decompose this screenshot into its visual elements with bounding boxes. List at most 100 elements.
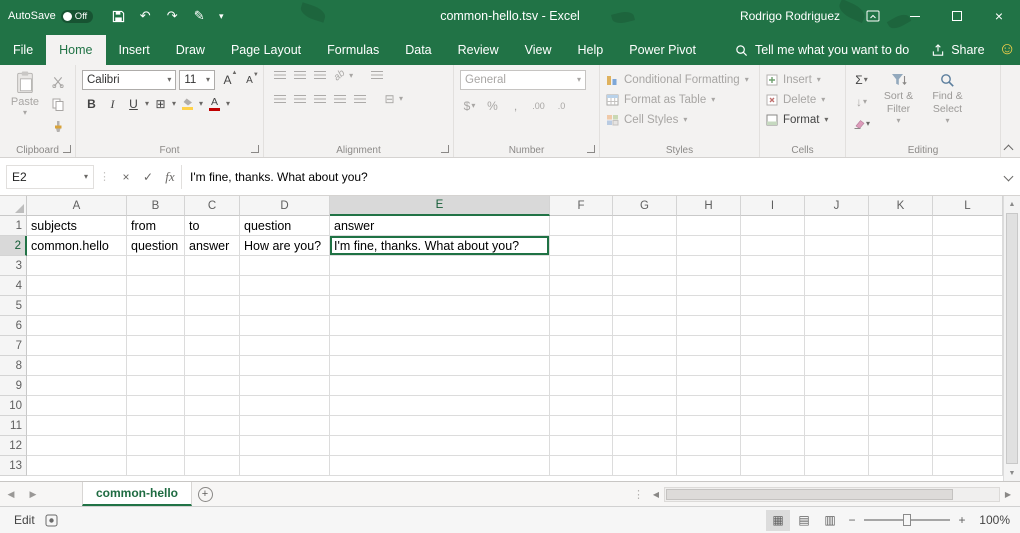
cell-L3[interactable] (933, 256, 1003, 276)
cell-C13[interactable] (185, 456, 240, 476)
cell-C4[interactable] (185, 276, 240, 296)
row-header-7[interactable]: 7 (0, 336, 27, 356)
cancel-entry-button[interactable]: × (115, 165, 137, 189)
tab-view[interactable]: View (512, 35, 565, 65)
row-header-10[interactable]: 10 (0, 396, 27, 416)
cell-F10[interactable] (550, 396, 613, 416)
cell-J7[interactable] (805, 336, 869, 356)
cell-I12[interactable] (741, 436, 805, 456)
cell-C12[interactable] (185, 436, 240, 456)
cell-J8[interactable] (805, 356, 869, 376)
font-color-button[interactable]: A (205, 94, 224, 114)
decrease-indent-button[interactable] (334, 95, 346, 104)
clipboard-dialog-launcher[interactable] (63, 145, 71, 153)
cell-G2[interactable] (613, 236, 677, 256)
row-header-13[interactable]: 13 (0, 456, 27, 476)
column-header-K[interactable]: K (869, 196, 933, 216)
select-all-button[interactable] (0, 196, 27, 216)
cell-D11[interactable] (240, 416, 330, 436)
sort-filter-button[interactable]: Sort & Filter ▾ (874, 70, 923, 141)
delete-cells-button[interactable]: Delete ▾ (766, 90, 841, 110)
cell-D1[interactable]: question (240, 216, 330, 236)
minimize-button[interactable] (894, 0, 936, 32)
cell-H10[interactable] (677, 396, 741, 416)
autosave-toggle[interactable]: AutoSave Off (8, 10, 93, 23)
copy-button[interactable] (48, 94, 67, 114)
cell-G6[interactable] (613, 316, 677, 336)
cell-B12[interactable] (127, 436, 185, 456)
cell-I5[interactable] (741, 296, 805, 316)
wrap-text-button[interactable] (371, 71, 383, 80)
scroll-right-button[interactable]: ▶ (1000, 490, 1016, 499)
formula-input[interactable]: I'm fine, thanks. What about you? (181, 165, 998, 189)
column-header-D[interactable]: D (240, 196, 330, 216)
accounting-format-button[interactable]: $▾ (460, 96, 479, 116)
cell-L12[interactable] (933, 436, 1003, 456)
column-header-J[interactable]: J (805, 196, 869, 216)
column-header-B[interactable]: B (127, 196, 185, 216)
align-right-button[interactable] (314, 95, 326, 104)
cell-E10[interactable] (330, 396, 550, 416)
cell-H12[interactable] (677, 436, 741, 456)
formula-bar-expand-button[interactable] (998, 173, 1018, 180)
cell-F12[interactable] (550, 436, 613, 456)
cell-L8[interactable] (933, 356, 1003, 376)
cell-L9[interactable] (933, 376, 1003, 396)
cell-E11[interactable] (330, 416, 550, 436)
customize-quick-access-button[interactable]: ▾ (214, 3, 228, 29)
middle-align-button[interactable] (294, 71, 306, 80)
cell-L13[interactable] (933, 456, 1003, 476)
cell-C5[interactable] (185, 296, 240, 316)
cell-I3[interactable] (741, 256, 805, 276)
cell-J2[interactable] (805, 236, 869, 256)
cell-J5[interactable] (805, 296, 869, 316)
row-header-1[interactable]: 1 (0, 216, 27, 236)
number-dialog-launcher[interactable] (587, 145, 595, 153)
cell-F1[interactable] (550, 216, 613, 236)
page-break-view-button[interactable]: ▥ (818, 510, 842, 531)
insert-cells-button[interactable]: Insert ▾ (766, 70, 841, 90)
format-cells-button[interactable]: Format ▾ (766, 110, 841, 130)
cell-E6[interactable] (330, 316, 550, 336)
cell-D8[interactable] (240, 356, 330, 376)
cell-A6[interactable] (27, 316, 127, 336)
tab-power-pivot[interactable]: Power Pivot (616, 35, 709, 65)
cell-E9[interactable] (330, 376, 550, 396)
tab-draw[interactable]: Draw (163, 35, 218, 65)
cell-E5[interactable] (330, 296, 550, 316)
cell-D7[interactable] (240, 336, 330, 356)
cell-K9[interactable] (869, 376, 933, 396)
conditional-formatting-button[interactable]: Conditional Formatting ▾ (606, 70, 755, 90)
merge-center-button[interactable]: ⊟ (380, 89, 399, 109)
share-button[interactable]: Share (921, 35, 994, 65)
cell-E1[interactable]: answer (330, 216, 550, 236)
cell-C11[interactable] (185, 416, 240, 436)
borders-caret[interactable]: ▾ (172, 100, 176, 108)
cell-F4[interactable] (550, 276, 613, 296)
cell-E8[interactable] (330, 356, 550, 376)
cell-L11[interactable] (933, 416, 1003, 436)
cell-J4[interactable] (805, 276, 869, 296)
paste-button[interactable]: Paste ▾ (6, 70, 44, 136)
cell-J3[interactable] (805, 256, 869, 276)
cell-F5[interactable] (550, 296, 613, 316)
user-name[interactable]: Rodrigo Rodriguez (740, 9, 840, 23)
cell-I8[interactable] (741, 356, 805, 376)
row-header-8[interactable]: 8 (0, 356, 27, 376)
cell-J6[interactable] (805, 316, 869, 336)
underline-caret[interactable]: ▾ (145, 100, 149, 108)
font-size-combobox[interactable]: 11 ▾ (179, 70, 215, 90)
horizontal-scrollbar[interactable]: ◀ ▶ (648, 482, 1020, 506)
scroll-up-button[interactable]: ▲ (1004, 196, 1020, 212)
tab-page-layout[interactable]: Page Layout (218, 35, 314, 65)
normal-view-button[interactable]: ▦ (766, 510, 790, 531)
cell-F2[interactable] (550, 236, 613, 256)
cell-K5[interactable] (869, 296, 933, 316)
cell-G5[interactable] (613, 296, 677, 316)
fill-button[interactable]: ↓▾ (852, 92, 871, 112)
cell-B9[interactable] (127, 376, 185, 396)
cell-J11[interactable] (805, 416, 869, 436)
cell-K2[interactable] (869, 236, 933, 256)
cell-F7[interactable] (550, 336, 613, 356)
cell-I2[interactable] (741, 236, 805, 256)
